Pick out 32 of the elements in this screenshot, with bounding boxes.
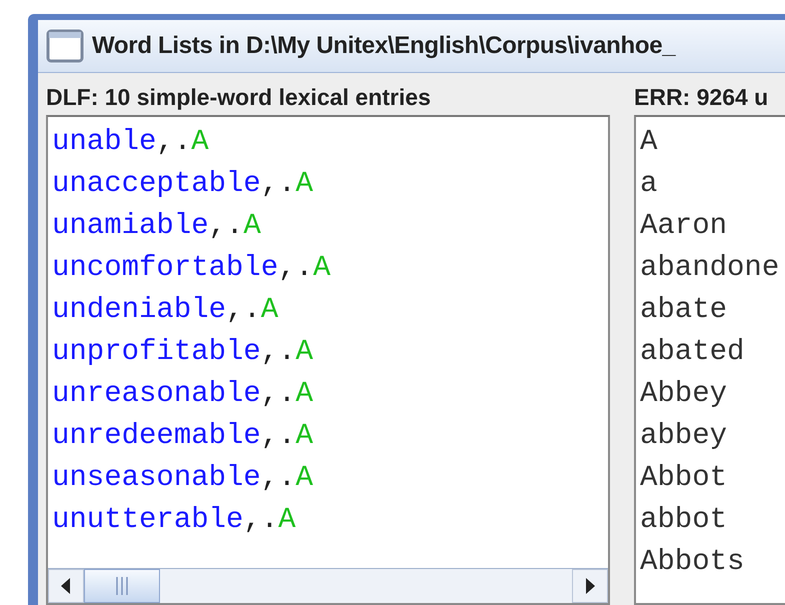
word-entry[interactable]: abbey xyxy=(640,415,785,457)
word-entry[interactable]: Abbot xyxy=(640,457,785,499)
scroll-left-button[interactable] xyxy=(48,569,84,603)
dictionary-entry[interactable]: unutterable,.A xyxy=(52,499,608,541)
dictionary-entry[interactable]: unseasonable,.A xyxy=(52,457,608,499)
word-entry[interactable]: A xyxy=(640,121,785,163)
horizontal-scrollbar[interactable] xyxy=(48,568,608,603)
scroll-right-button[interactable] xyxy=(572,569,608,603)
dictionary-entry[interactable]: unamiable,.A xyxy=(52,205,608,247)
dictionary-entry[interactable]: undeniable,.A xyxy=(52,289,608,331)
right-arrow-icon xyxy=(585,578,595,594)
word-entry[interactable]: Abbey xyxy=(640,373,785,415)
dictionary-entry[interactable]: unreasonable,.A xyxy=(52,373,608,415)
dictionary-entry[interactable]: unredeemable,.A xyxy=(52,415,608,457)
left-arrow-icon xyxy=(61,578,71,594)
word-entry[interactable]: Abbots xyxy=(640,541,785,583)
window-icon xyxy=(46,29,84,63)
grip-icon xyxy=(116,577,128,595)
dictionary-entry[interactable]: unable,.A xyxy=(52,121,608,163)
list-label: DLF: 10 simple-word lexical entries xyxy=(46,83,432,111)
window-title: Word Lists in D:\My Unitex\English\Corpus\ivanhoe_ xyxy=(92,32,676,60)
word-entry[interactable]: abate xyxy=(640,289,785,331)
dictionary-entry[interactable]: unprofitable,.A xyxy=(52,331,608,373)
word-entry[interactable]: a xyxy=(640,163,785,205)
word-entry[interactable]: abandone xyxy=(640,247,785,289)
word-entry[interactable]: abated xyxy=(640,331,785,373)
scroll-thumb[interactable] xyxy=(84,569,160,603)
word-entry[interactable]: abbot xyxy=(640,499,785,541)
word-entry[interactable]: Aaron xyxy=(640,205,785,247)
list-label: ERR: 9264 u xyxy=(634,83,770,111)
dictionary-entry[interactable]: uncomfortable,.A xyxy=(52,247,608,289)
dictionary-entry[interactable]: unacceptable,.A xyxy=(52,163,608,205)
